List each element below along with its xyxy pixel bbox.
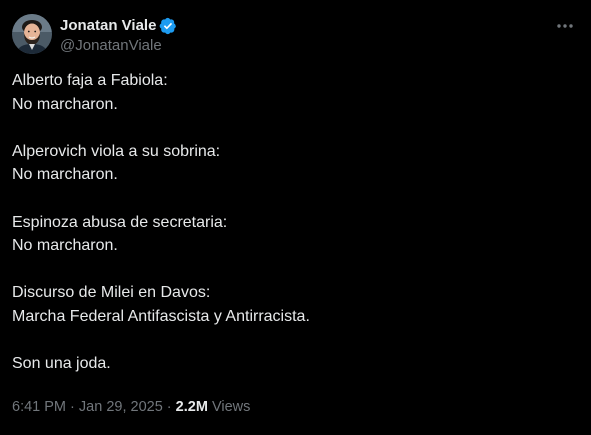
tweet-header: Jonatan Viale @JonatanViale (12, 14, 579, 56)
tweet-line: Discurso de Milei en Davos: (12, 284, 211, 302)
more-options-button[interactable] (551, 14, 579, 38)
tweet-card: Jonatan Viale @JonatanViale Alberto faja… (0, 0, 591, 435)
tweet-line: No marcharon. (12, 95, 118, 113)
tweet-line: Espinoza abusa de secretaria: (12, 213, 228, 231)
line-break (12, 329, 579, 353)
more-options-icon (557, 24, 573, 28)
line-break (12, 258, 579, 282)
handle[interactable]: @JonatanViale (60, 36, 177, 56)
tweet-time[interactable]: 6:41 PM (12, 399, 66, 415)
verified-badge-icon[interactable] (159, 17, 177, 35)
tweet-line: No marcharon. (12, 166, 118, 184)
display-name[interactable]: Jonatan Viale (60, 16, 156, 35)
tweet-line: Alperovich viola a su sobrina: (12, 142, 221, 160)
meta-separator: · (166, 399, 172, 415)
tweet-text: Alberto faja a Fabiola: No marcharon. Al… (12, 69, 579, 376)
views-label: Views (211, 399, 251, 415)
line-break (12, 187, 579, 211)
tweet-line: No marcharon. (12, 237, 118, 255)
profile-photo-avatar-icon (12, 14, 52, 54)
line-break (12, 116, 579, 140)
tweet-meta: 6:41 PM · Jan 29, 2025 · 2.2M Views (12, 398, 250, 416)
avatar[interactable] (12, 14, 52, 54)
author-info: Jonatan Viale @JonatanViale (60, 16, 177, 56)
tweet-line: Marcha Federal Antifascista y Antirracis… (12, 307, 310, 325)
tweet-line: Alberto faja a Fabiola: (12, 72, 168, 89)
tweet-date[interactable]: Jan 29, 2025 (79, 399, 163, 415)
name-row: Jonatan Viale (60, 16, 177, 35)
meta-separator: · (70, 399, 75, 415)
views-count: 2.2M (175, 399, 208, 415)
tweet-line: Son una joda. (12, 355, 111, 373)
